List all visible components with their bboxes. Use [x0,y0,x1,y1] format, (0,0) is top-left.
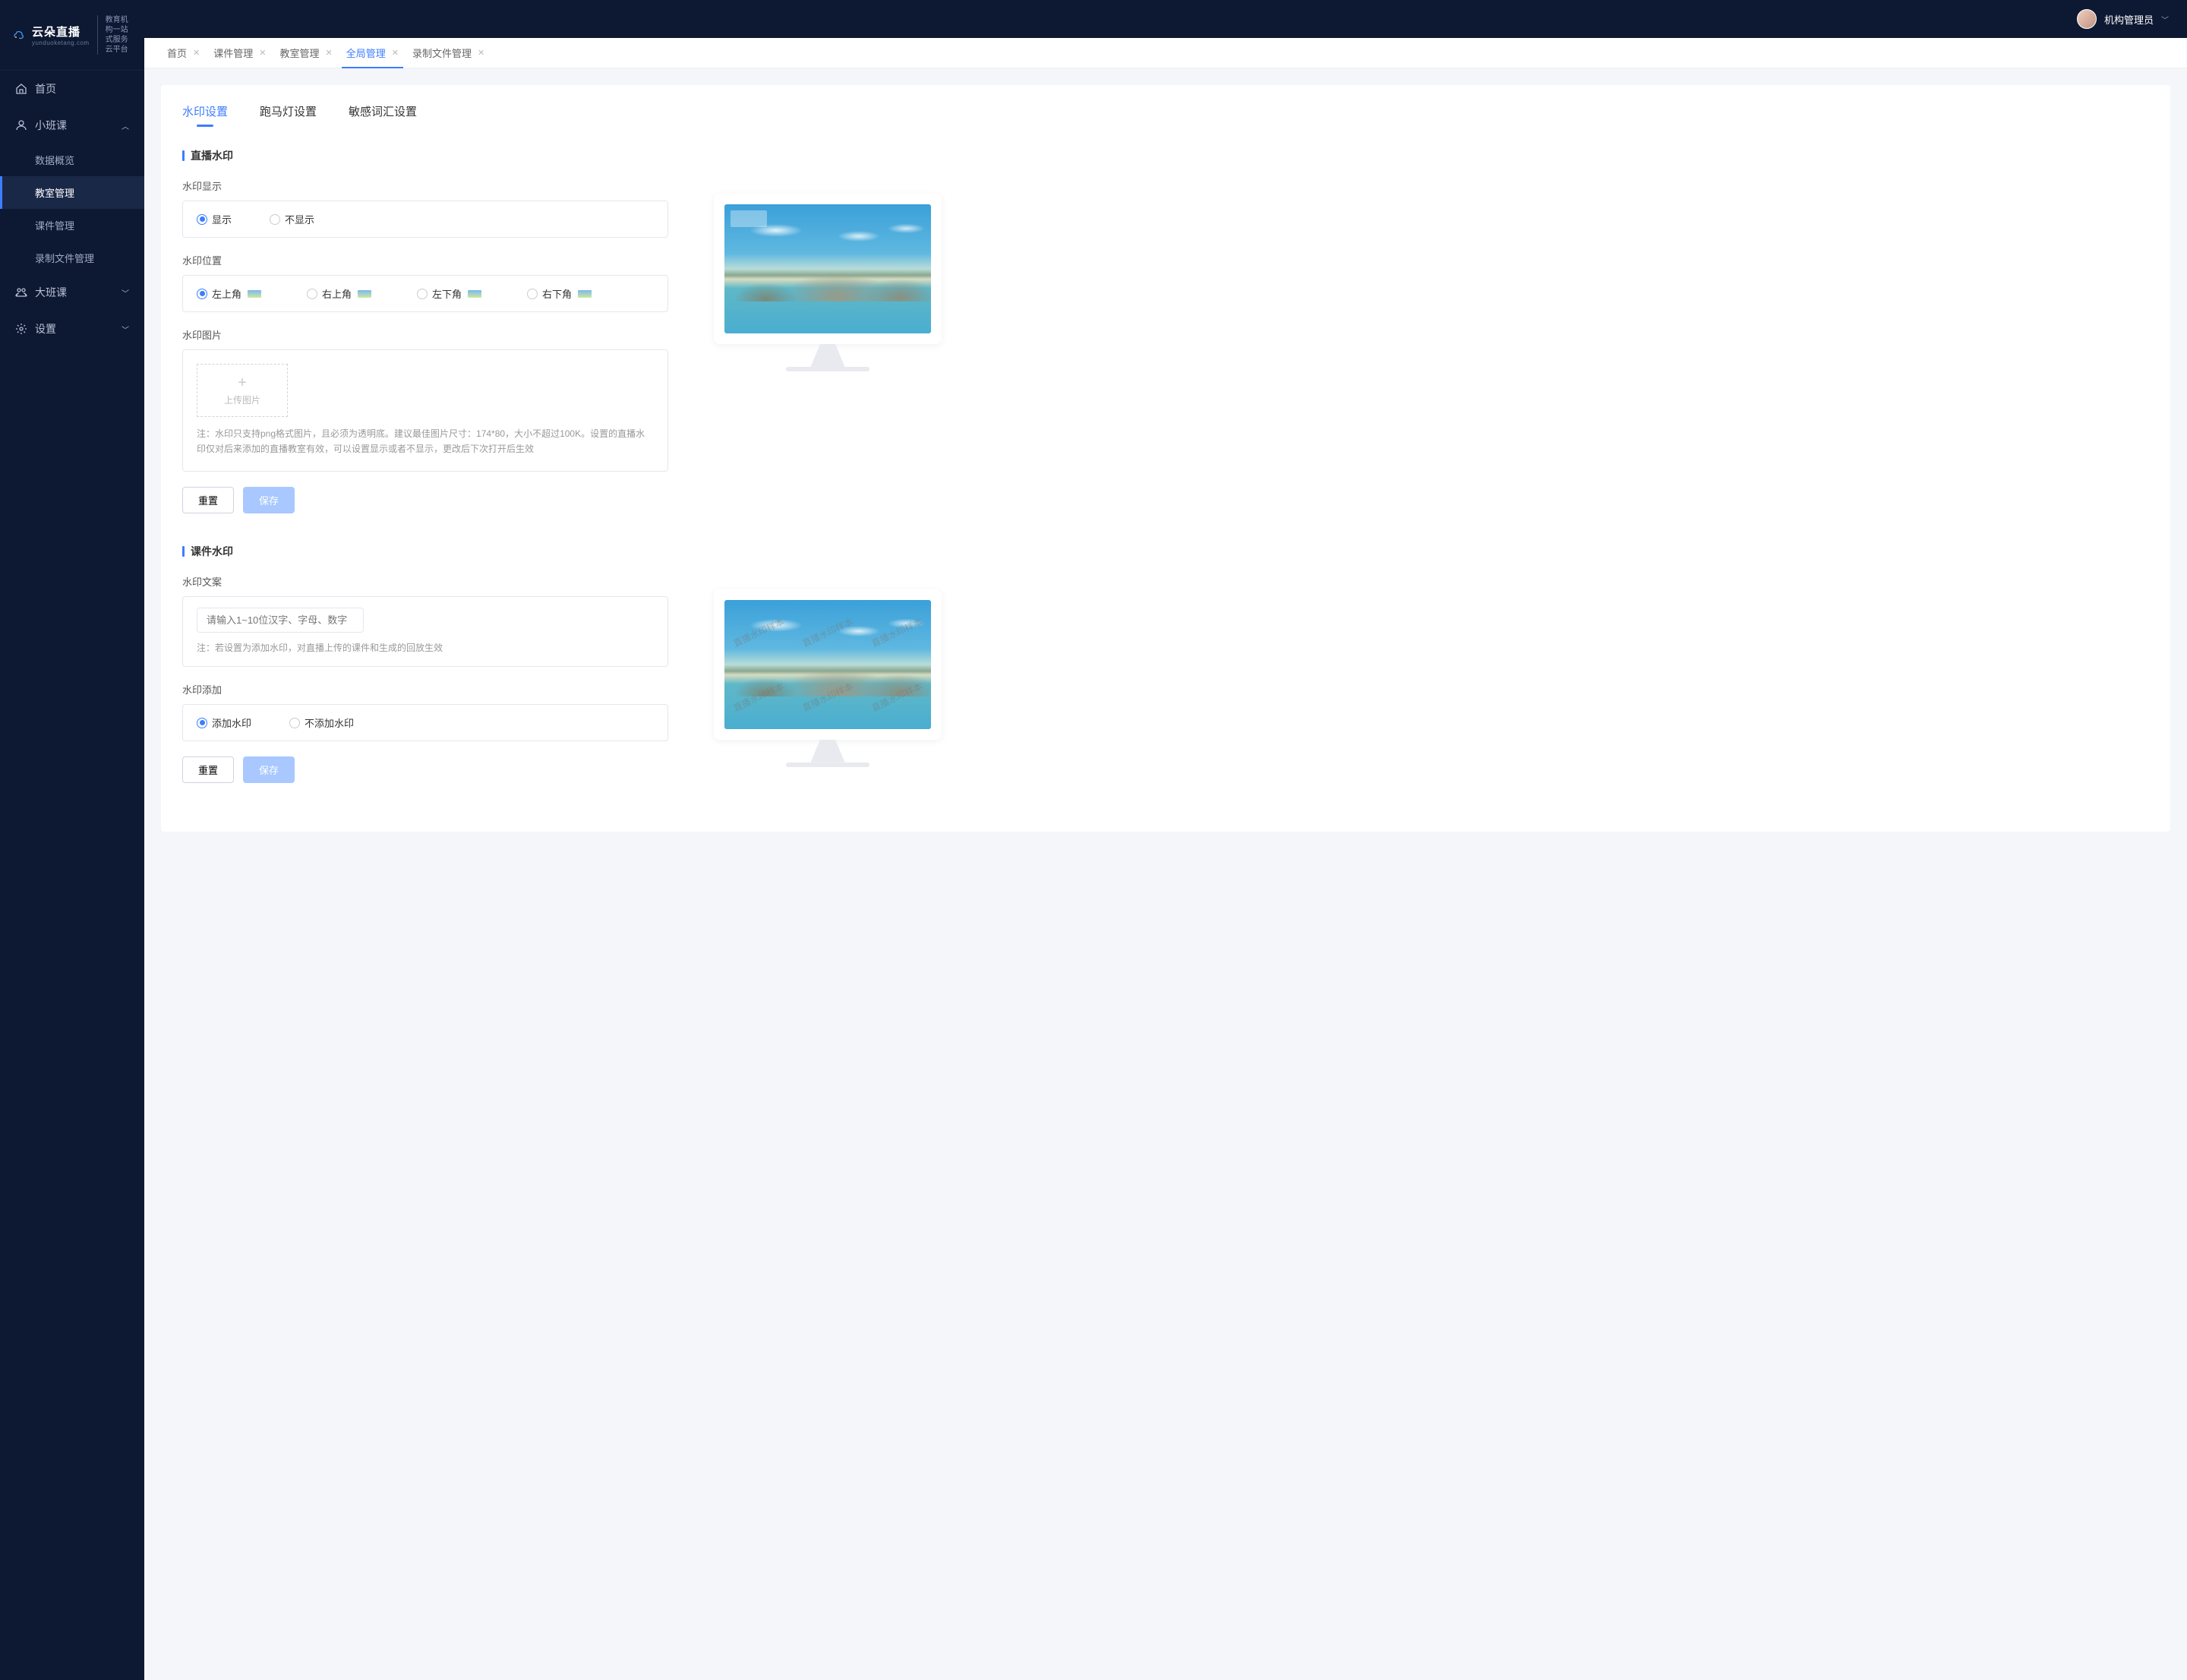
section-title-live: 直播水印 [182,148,2149,163]
radio-bottomright[interactable]: 右下角 [527,286,592,301]
reset-button[interactable]: 重置 [182,487,234,513]
radio-bottomleft[interactable]: 左下角 [417,286,481,301]
radio-addwm[interactable]: 添加水印 [197,715,251,730]
upload-button[interactable]: + 上传图片 [197,364,288,417]
gear-icon [15,323,27,335]
page-tabs: 首页✕ 课件管理✕ 教室管理✕ 全局管理✕ 录制文件管理✕ [144,38,2187,68]
section-title-courseware: 课件水印 [182,544,2149,559]
user-icon [15,119,27,131]
preview-monitor-2: 直播水印样本直播水印样本 直播水印样本直播水印样本 直播水印样本直播水印样本 [714,589,942,767]
label-image: 水印图片 [182,327,668,342]
radio-show[interactable]: 显示 [197,212,232,226]
radio-position: 左上角 右上角 左下角 右下角 [182,275,668,312]
close-icon[interactable]: ✕ [259,48,266,58]
tab-home[interactable]: 首页✕ [163,38,204,68]
nav-big-class[interactable]: 大班课 ﹀ [0,274,144,311]
upload-note: 注：水印只支持png格式图片，且必须为透明底。建议最佳图片尺寸：174*80，大… [197,426,654,457]
close-icon[interactable]: ✕ [392,48,399,58]
brand-name: 云朵直播 [32,24,90,39]
nav-sub-recording[interactable]: 录制文件管理 [0,242,144,274]
tab-courseware[interactable]: 课件管理✕ [209,38,270,68]
radio-noaddwm[interactable]: 不添加水印 [289,715,354,730]
nav-sub-classroom[interactable]: 教室管理 [0,176,144,209]
inner-tab-marquee[interactable]: 跑马灯设置 [260,103,317,127]
close-icon[interactable]: ✕ [325,48,332,58]
brand-tagline: 教育机构一站 式服务云平台 [97,15,133,55]
topbar: 机构管理员 ﹀ [144,0,2187,38]
label-display: 水印显示 [182,178,668,193]
nav-sub-courseware[interactable]: 课件管理 [0,209,144,242]
home-icon [15,83,27,95]
plus-icon: + [238,375,247,390]
chevron-down-icon[interactable]: ﹀ [2161,14,2169,25]
radio-hide[interactable]: 不显示 [270,212,314,226]
inner-tab-watermark[interactable]: 水印设置 [182,103,228,127]
chevron-down-icon: ﹀ [122,324,129,335]
tab-recording[interactable]: 录制文件管理✕ [408,38,489,68]
radio-add: 添加水印 不添加水印 [182,704,668,741]
chevron-up-icon: ︿ [122,120,129,131]
radio-topleft[interactable]: 左上角 [197,286,261,301]
close-icon[interactable]: ✕ [193,48,200,58]
user-name: 机构管理员 [2104,12,2154,27]
watermark-diagonal: 直播水印样本直播水印样本 直播水印样本直播水印样本 直播水印样本直播水印样本 [724,600,931,729]
tab-global[interactable]: 全局管理✕ [342,39,403,68]
inner-tabs: 水印设置 跑马灯设置 敏感词汇设置 [182,103,2149,127]
upload-area: + 上传图片 注：水印只支持png格式图片，且必须为透明底。建议最佳图片尺寸：1… [182,349,668,472]
group-icon [15,286,27,298]
radio-display: 显示 不显示 [182,201,668,238]
tab-classroom[interactable]: 教室管理✕ [275,38,336,68]
label-text: 水印文案 [182,574,668,589]
brand-domain: yunduoketang.com [32,39,90,46]
watermark-badge [731,210,767,227]
nav-sub-data[interactable]: 数据概览 [0,144,144,176]
chevron-down-icon: ﹀ [122,287,129,298]
sidebar: 云朵直播 yunduoketang.com 教育机构一站 式服务云平台 首页 小… [0,0,144,1680]
save-button-2[interactable]: 保存 [243,756,295,783]
close-icon[interactable]: ✕ [478,48,484,58]
avatar[interactable] [2077,9,2097,29]
preview-monitor-1 [714,194,942,371]
nav-home[interactable]: 首页 [0,71,144,107]
text-note: 注：若设置为添加水印，对直播上传的课件和生成的回放生效 [197,640,654,655]
label-position: 水印位置 [182,253,668,267]
reset-button-2[interactable]: 重置 [182,756,234,783]
logo-icon [11,24,24,46]
nav-small-class[interactable]: 小班课 ︿ [0,107,144,144]
watermark-text-input[interactable] [197,608,364,633]
logo-area: 云朵直播 yunduoketang.com 教育机构一站 式服务云平台 [0,0,144,71]
save-button[interactable]: 保存 [243,487,295,513]
nav-settings[interactable]: 设置 ﹀ [0,311,144,347]
inner-tab-sensitive[interactable]: 敏感词汇设置 [349,103,417,127]
radio-topright[interactable]: 右上角 [307,286,371,301]
label-add: 水印添加 [182,682,668,696]
